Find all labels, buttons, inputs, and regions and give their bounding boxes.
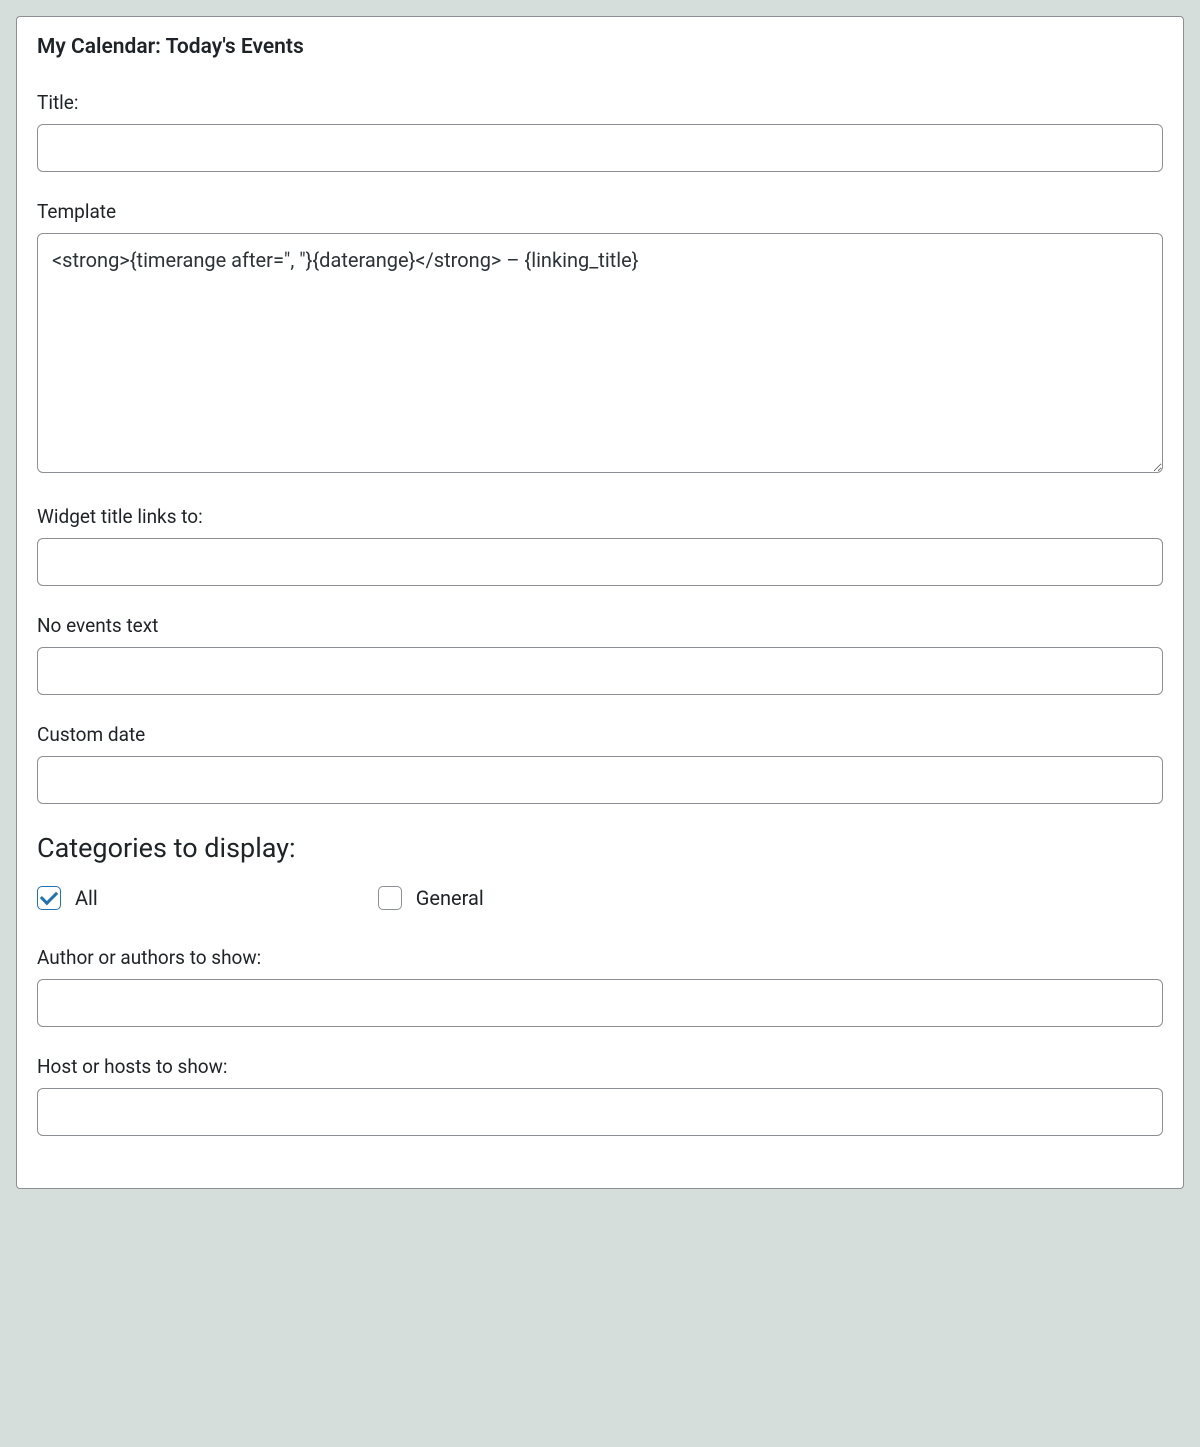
input-host[interactable]: [37, 1088, 1163, 1136]
field-author: Author or authors to show:: [37, 946, 1163, 1027]
widget-title: My Calendar: Today's Events: [37, 35, 1163, 59]
label-widget-title-links-to: Widget title links to:: [37, 505, 1163, 528]
field-host: Host or hosts to show:: [37, 1055, 1163, 1136]
category-option-general: General: [378, 886, 484, 910]
checkbox-all[interactable]: [37, 886, 61, 910]
checkbox-general[interactable]: [378, 886, 402, 910]
categories-options: All General: [37, 886, 1163, 910]
textarea-template[interactable]: <strong>{timerange after=", "}{daterange…: [37, 233, 1163, 473]
input-title[interactable]: [37, 124, 1163, 172]
field-no-events-text: No events text: [37, 614, 1163, 695]
label-no-events-text: No events text: [37, 614, 1163, 637]
label-custom-date: Custom date: [37, 723, 1163, 746]
input-widget-title-links-to[interactable]: [37, 538, 1163, 586]
label-title: Title:: [37, 91, 1163, 114]
field-template: Template <strong>{timerange after=", "}{…: [37, 200, 1163, 477]
label-template: Template: [37, 200, 1163, 223]
categories-heading: Categories to display:: [37, 832, 1163, 864]
field-custom-date: Custom date: [37, 723, 1163, 804]
field-title: Title:: [37, 91, 1163, 172]
field-widget-title-links-to: Widget title links to:: [37, 505, 1163, 586]
input-no-events-text[interactable]: [37, 647, 1163, 695]
label-host: Host or hosts to show:: [37, 1055, 1163, 1078]
widget-panel: My Calendar: Today's Events Title: Templ…: [16, 16, 1184, 1189]
input-author[interactable]: [37, 979, 1163, 1027]
checkbox-label-all[interactable]: All: [75, 886, 98, 910]
label-author: Author or authors to show:: [37, 946, 1163, 969]
input-custom-date[interactable]: [37, 756, 1163, 804]
checkbox-label-general[interactable]: General: [416, 886, 484, 910]
category-option-all: All: [37, 886, 98, 910]
